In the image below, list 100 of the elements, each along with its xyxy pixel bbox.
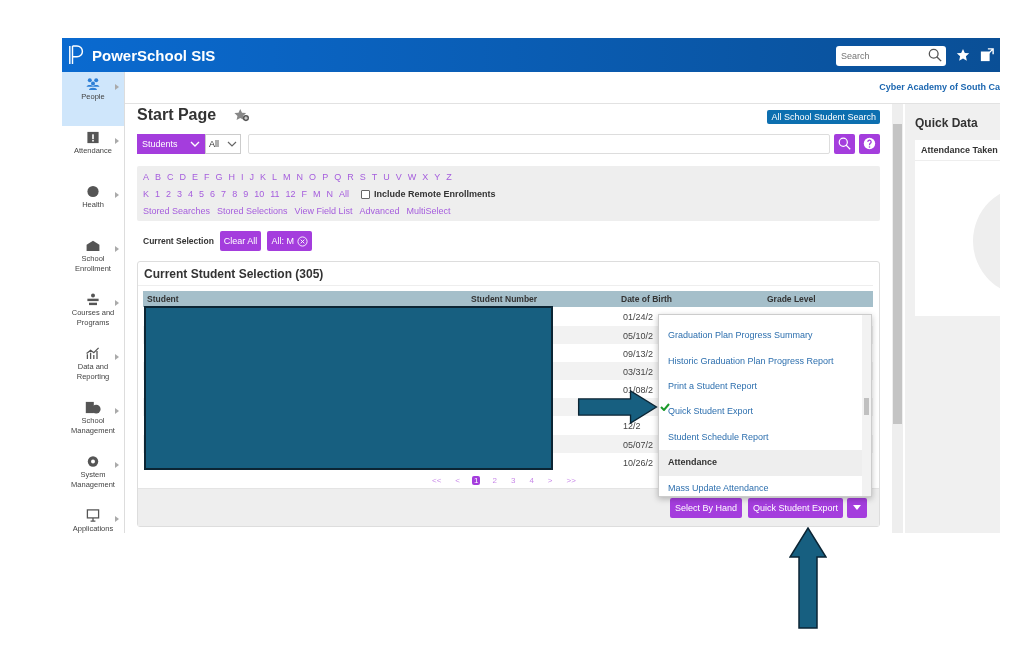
filter-link[interactable]: Stored Selections: [217, 206, 288, 217]
letter-link[interactable]: I: [241, 172, 244, 183]
filter-link[interactable]: Advanced: [359, 206, 400, 217]
checkbox[interactable]: [361, 189, 371, 199]
action-button[interactable]: Select By Hand: [669, 497, 742, 518]
person-desk-icon: [85, 293, 101, 306]
menu-item[interactable]: Quick Student Export: [659, 399, 862, 425]
caret-icon: [115, 516, 119, 522]
column-header: Student Number: [471, 294, 538, 305]
grade-link[interactable]: All: [339, 189, 350, 200]
table-cell: 12/2: [623, 421, 641, 432]
student-search-field[interactable]: [248, 133, 830, 154]
filter-chip[interactable]: All: M: [267, 231, 312, 252]
search-field[interactable]: Search: [836, 46, 946, 66]
page-link[interactable]: >>: [564, 475, 578, 485]
letter-link[interactable]: B: [155, 172, 162, 183]
clear-all-button[interactable]: Clear All: [219, 231, 262, 252]
menu-item[interactable]: Mass Update Attendance: [659, 475, 862, 497]
letter-link[interactable]: F: [204, 172, 210, 183]
grade-link[interactable]: 1: [155, 189, 161, 200]
scrollbar[interactable]: [862, 315, 871, 497]
page-link[interactable]: 4: [527, 475, 536, 485]
caret-icon: [115, 462, 119, 468]
letter-link[interactable]: E: [192, 172, 199, 183]
search-button[interactable]: [834, 133, 855, 154]
page-link[interactable]: <<: [430, 475, 444, 485]
letter-link[interactable]: O: [309, 172, 317, 183]
letter-link[interactable]: Z: [446, 172, 452, 183]
table-cell: 05/10/2: [623, 330, 654, 341]
letter-link[interactable]: X: [422, 172, 429, 183]
scope-dropdown[interactable]: All: [205, 133, 241, 154]
grade-link[interactable]: 12: [285, 189, 296, 200]
page-link[interactable]: 1: [472, 475, 481, 485]
grade-link[interactable]: M: [313, 189, 321, 200]
letter-link[interactable]: Y: [434, 172, 441, 183]
caret-icon: [115, 84, 119, 90]
menu-item[interactable]: Graduation Plan Progress Summary: [659, 323, 862, 349]
panel-title: Quick Data: [915, 116, 979, 130]
filter-link[interactable]: Stored Searches: [143, 206, 211, 217]
help-button[interactable]: [859, 133, 880, 154]
grade-link[interactable]: 10: [254, 189, 265, 200]
grade-link[interactable]: 4: [188, 189, 194, 200]
grade-link[interactable]: 9: [243, 189, 249, 200]
caret-icon: [115, 300, 119, 306]
people-icon: [85, 77, 101, 90]
letter-link[interactable]: M: [283, 172, 291, 183]
table-cell: 09/13/2: [623, 348, 654, 359]
letter-link[interactable]: K: [260, 172, 267, 183]
letter-link[interactable]: S: [359, 172, 366, 183]
star-icon[interactable]: [956, 48, 970, 62]
page-link[interactable]: 3: [508, 475, 518, 485]
filter-link[interactable]: View Field List: [294, 206, 353, 217]
letter-link[interactable]: P: [322, 172, 329, 183]
logo-icon: [68, 44, 86, 66]
column-header: Grade Level: [767, 294, 816, 305]
grade-link[interactable]: N: [326, 189, 334, 200]
calendar-alert-icon: [85, 131, 101, 144]
student-type-dropdown[interactable]: Students: [137, 133, 205, 154]
letter-link[interactable]: Q: [334, 172, 342, 183]
letter-link[interactable]: V: [395, 172, 402, 183]
grade-link[interactable]: 11: [270, 189, 280, 200]
grade-link[interactable]: 2: [166, 189, 172, 200]
search-icon: [928, 48, 942, 62]
letter-link[interactable]: R: [347, 172, 354, 183]
scrollbar[interactable]: [892, 104, 903, 533]
grade-link[interactable]: 6: [210, 189, 216, 200]
page-link[interactable]: >: [545, 475, 555, 485]
grade-link[interactable]: 3: [177, 189, 183, 200]
letter-link[interactable]: C: [167, 172, 174, 183]
letter-link[interactable]: W: [407, 172, 417, 183]
letter-link[interactable]: T: [371, 172, 378, 183]
filter-link[interactable]: MultiSelect: [406, 206, 451, 217]
menu-item[interactable]: Student Schedule Report: [659, 424, 862, 451]
caret-icon: [115, 138, 119, 144]
letter-link[interactable]: N: [296, 172, 304, 183]
external-link-icon[interactable]: [980, 48, 994, 62]
all-school-search-button[interactable]: All School Student Search: [767, 109, 880, 124]
add-favorite-icon[interactable]: [234, 107, 251, 122]
letter-link[interactable]: H: [228, 172, 236, 183]
action-button[interactable]: Quick Student Export: [747, 497, 843, 518]
chevron-icon: [190, 140, 200, 147]
grade-link[interactable]: 8: [232, 189, 238, 200]
menu-item[interactable]: Historic Graduation Plan Progress Report: [659, 348, 862, 375]
letter-link[interactable]: L: [272, 172, 278, 183]
page-link[interactable]: 2: [490, 475, 499, 485]
card-title: Current Student Selection (305): [138, 262, 873, 287]
letter-link[interactable]: A: [143, 172, 149, 183]
grade-link[interactable]: 7: [221, 189, 227, 200]
grade-link[interactable]: F: [301, 189, 308, 200]
grade-link[interactable]: K: [143, 189, 149, 200]
school-name[interactable]: Cyber Academy of South Ca: [879, 82, 1000, 92]
letter-link[interactable]: J: [249, 172, 255, 183]
letter-link[interactable]: G: [215, 172, 223, 183]
letter-link[interactable]: D: [179, 172, 187, 183]
letter-link[interactable]: U: [383, 172, 390, 183]
grade-link[interactable]: 5: [199, 189, 205, 200]
menu-toggle-button[interactable]: [847, 497, 867, 518]
caret-icon: [115, 192, 119, 198]
menu-item[interactable]: Print a Student Report: [659, 374, 862, 400]
page-link[interactable]: <: [453, 475, 462, 485]
